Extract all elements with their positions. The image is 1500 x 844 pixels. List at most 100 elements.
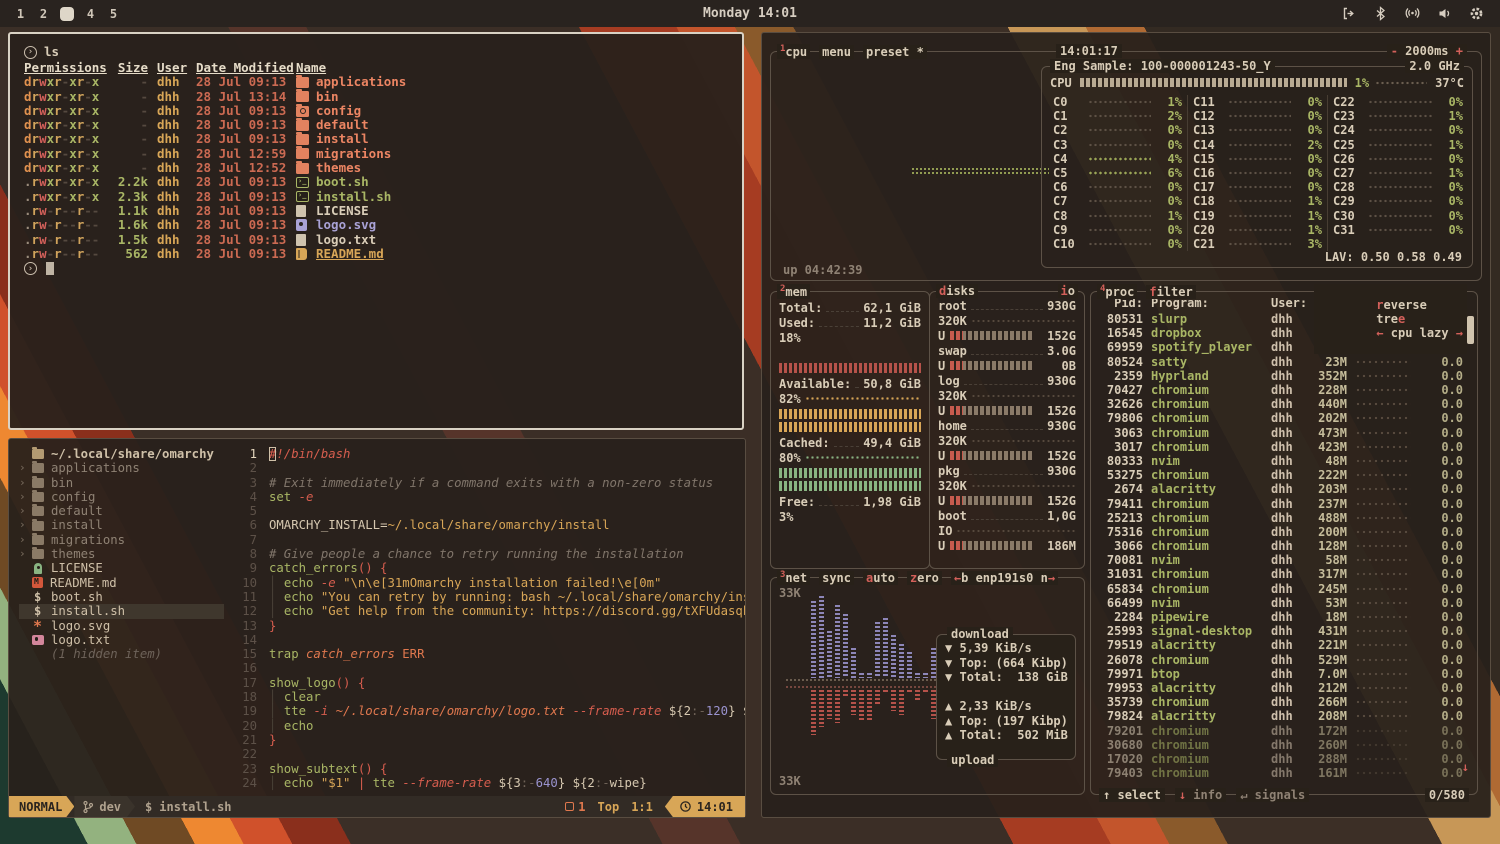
core-meter (1228, 128, 1291, 132)
tab-cpu[interactable]: 1cpu (777, 44, 810, 59)
process-row[interactable]: 79953 alacritty dhh 212M 0.0 (1099, 681, 1463, 695)
process-row[interactable]: 25993 signal-desktop dhh 431M 0.0 (1099, 624, 1463, 638)
tab-mem[interactable]: 2mem (777, 284, 810, 299)
tree-item[interactable]: logo.svg (19, 619, 227, 633)
process-row[interactable]: 70081 nvim dhh 58M 0.0 (1099, 553, 1463, 567)
process-row[interactable]: 31031 chromium dhh 317M 0.0 (1099, 567, 1463, 581)
process-row[interactable]: 80524 satty dhh 23M 0.0 (1099, 355, 1463, 369)
terminal-window[interactable]: › ls Permissions Size User Date Modified… (8, 32, 744, 430)
load-average: LAV: 0.50 0.58 0.49 (1325, 250, 1462, 264)
interval-decrease[interactable]: - (1391, 44, 1398, 58)
process-row[interactable]: 3063 chromium dhh 473M 0.0 (1099, 426, 1463, 440)
core-meter (1228, 199, 1291, 203)
process-row[interactable]: 3017 chromium dhh 423M 0.0 (1099, 440, 1463, 454)
select-action[interactable]: select (1117, 788, 1160, 802)
editor-window[interactable]: ~/.local/share/omarchy › applications › … (8, 438, 746, 818)
tree-item[interactable]: logo.txt (19, 633, 227, 647)
tree-item[interactable]: › applications (19, 461, 227, 475)
process-row[interactable]: 32626 chromium dhh 440M 0.0 (1099, 397, 1463, 411)
process-row[interactable]: 79824 alacritty dhh 208M 0.0 (1099, 709, 1463, 723)
process-row[interactable]: 53275 chromium dhh 222M 0.0 (1099, 468, 1463, 482)
process-row[interactable]: 2674 alacritty dhh 203M 0.0 (1099, 482, 1463, 496)
proc-tree-button[interactable]: tree (1376, 312, 1405, 326)
process-row[interactable]: 3066 chromium dhh 128M 0.0 (1099, 539, 1463, 553)
process-row[interactable]: 30680 chromium dhh 260M 0.0 (1099, 738, 1463, 752)
settings-icon[interactable] (1469, 6, 1484, 21)
process-pid: 26078 (1099, 653, 1143, 667)
process-row[interactable]: 79971 btop dhh 7.0M 0.0 (1099, 667, 1463, 681)
tree-item[interactable]: LICENSE (19, 561, 227, 575)
system-monitor-window[interactable]: 1cpu menu preset * 14:01:17 - 2000ms + E… (761, 32, 1491, 818)
scroll-down-icon[interactable]: ↓ (1462, 760, 1469, 774)
tab-net[interactable]: 3net (777, 570, 810, 585)
code-token: () { (358, 561, 388, 575)
code-editor[interactable]: 1 #!/bin/bash 2 3 # Exit immediately if … (227, 439, 745, 796)
file-name-cell: logo.svg (296, 218, 728, 232)
process-row[interactable]: 79201 chromium dhh 172M 0.0 (1099, 723, 1463, 737)
process-row[interactable]: 79411 chromium dhh 237M 0.0 (1099, 496, 1463, 510)
process-user: dhh (1271, 766, 1307, 780)
tree-item[interactable]: › install (19, 518, 227, 532)
proc-sort-switcher[interactable]: ← cpu lazy → (1376, 326, 1463, 340)
file-user: dhh (157, 175, 187, 189)
tree-item[interactable]: › bin (19, 476, 227, 490)
preset-button[interactable]: preset * (863, 45, 927, 59)
file-date: 28 Jul 09:13 (196, 175, 296, 189)
process-name: alacritty (1151, 681, 1271, 695)
process-cpu-meter (1355, 431, 1411, 435)
process-scrollbar[interactable] (1467, 316, 1474, 344)
process-row[interactable]: 2359 Hyprland dhh 352M 0.0 (1099, 369, 1463, 383)
process-row[interactable]: 17020 chromium dhh 288M 0.0 (1099, 752, 1463, 766)
proc-reverse-button[interactable]: reverse (1376, 298, 1427, 312)
process-row[interactable]: 80333 nvim dhh 48M 0.0 (1099, 454, 1463, 468)
process-user: dhh (1271, 312, 1307, 326)
process-row[interactable]: 70427 chromium dhh 228M 0.0 (1099, 383, 1463, 397)
info-action[interactable]: info (1193, 788, 1222, 802)
file-row: .rwxr-xr-x 2.3k dhh 28 Jul 09:13 install… (24, 190, 728, 204)
signals-action[interactable]: signals (1255, 788, 1306, 802)
process-pid: 25993 (1099, 624, 1143, 638)
tree-item-icon (32, 635, 44, 645)
net-interface-switcher[interactable]: ←b enp191s0 n→ (951, 571, 1058, 585)
git-branch[interactable]: dev (74, 796, 135, 817)
tab-proc[interactable]: 4proc (1097, 284, 1137, 299)
process-row[interactable]: 79519 alacritty dhh 221M 0.0 (1099, 638, 1463, 652)
logout-icon[interactable] (1341, 6, 1356, 21)
tab-io[interactable]: io (1058, 284, 1078, 298)
tree-item[interactable]: (1 hidden item) (19, 647, 227, 661)
process-cpu-meter (1355, 686, 1411, 690)
process-row[interactable]: 26078 chromium dhh 529M 0.0 (1099, 653, 1463, 667)
tree-root[interactable]: ~/.local/share/omarchy (19, 447, 227, 461)
net-zero-button[interactable]: zero (907, 571, 942, 585)
core-row: C12% (1053, 109, 1182, 123)
process-row[interactable]: 65834 chromium dhh 245M 0.0 (1099, 582, 1463, 596)
shell-prompt-empty[interactable]: › (24, 261, 728, 276)
process-row[interactable]: 2284 pipewire dhh 18M 0.0 (1099, 610, 1463, 624)
tree-item[interactable]: › default (19, 504, 227, 518)
tree-item[interactable]: › migrations (19, 533, 227, 547)
tree-item[interactable]: boot.sh (19, 590, 227, 604)
tree-item[interactable]: README.md (19, 576, 227, 590)
bluetooth-icon[interactable] (1373, 6, 1388, 21)
process-user: dhh (1271, 553, 1307, 567)
net-sync-button[interactable]: sync (819, 571, 854, 585)
net-auto-button[interactable]: auto (863, 571, 898, 585)
tree-item[interactable]: › config (19, 490, 227, 504)
process-row[interactable]: 79806 chromium dhh 202M 0.0 (1099, 411, 1463, 425)
menu-button[interactable]: menu (819, 45, 854, 59)
file-permissions: drwxr-xr-x (24, 90, 110, 104)
process-row[interactable]: 79403 chromium dhh 161M 0.0 (1099, 766, 1463, 780)
tab-disks[interactable]: disks (936, 284, 978, 298)
process-row[interactable]: 25213 chromium dhh 488M 0.0 (1099, 511, 1463, 525)
process-row[interactable]: 75316 chromium dhh 200M 0.0 (1099, 525, 1463, 539)
code-token: tte (284, 704, 314, 718)
proc-filter-button[interactable]: filter (1146, 285, 1195, 299)
volume-icon[interactable] (1437, 6, 1452, 21)
tree-item[interactable]: › themes (19, 547, 227, 561)
network-icon[interactable] (1405, 6, 1420, 21)
interval-increase[interactable]: + (1456, 44, 1463, 58)
process-row[interactable]: 35739 chromium dhh 266M 0.0 (1099, 695, 1463, 709)
tree-item[interactable]: install.sh (19, 604, 224, 618)
process-cpu-meter (1355, 714, 1411, 718)
process-row[interactable]: 66499 nvim dhh 53M 0.0 (1099, 596, 1463, 610)
